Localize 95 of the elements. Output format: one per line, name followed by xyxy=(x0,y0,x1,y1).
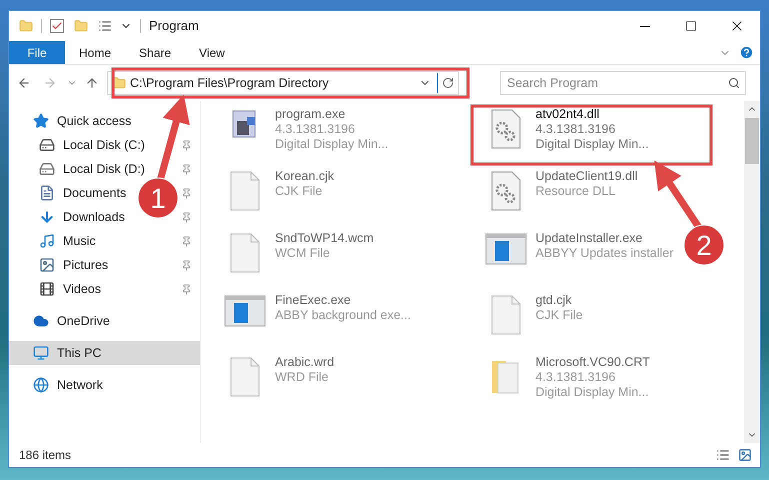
file-tile[interactable]: program.exe 4.3.1381.3196 Digital Display Min... xyxy=(223,107,388,165)
nav-item[interactable]: Local Disk (C:) xyxy=(39,136,145,154)
scrollbar[interactable] xyxy=(744,101,760,443)
window-app-icon xyxy=(224,295,266,327)
pin-icon[interactable] xyxy=(181,236,192,246)
window-app-icon xyxy=(484,233,526,265)
ribbon-tab[interactable]: Home xyxy=(65,41,126,64)
gear-file-icon xyxy=(490,109,522,149)
file-detail: ABBY background exe... xyxy=(275,308,411,323)
file-tile[interactable]: UpdateInstaller.exe ABBYY Updates installer xyxy=(484,231,674,289)
scrollbar-thumb[interactable] xyxy=(745,118,759,164)
pin-icon[interactable] xyxy=(181,164,192,174)
file-name: Korean.cjk xyxy=(275,169,334,184)
checklist-icon[interactable] xyxy=(50,19,64,33)
search-field[interactable]: Search Program xyxy=(500,71,746,95)
item-count: 186 items xyxy=(19,447,72,464)
details-view-icon[interactable] xyxy=(716,448,730,462)
document-icon xyxy=(39,185,55,201)
blank-file-icon xyxy=(229,171,261,211)
ribbon-tab[interactable]: View xyxy=(185,41,239,64)
file-detail: Digital Display Min... xyxy=(275,137,388,152)
file-name: UpdateClient19.dll xyxy=(536,169,638,184)
file-name: FineExec.exe xyxy=(275,293,352,308)
file-name: Arabic.wrd xyxy=(275,355,334,370)
maximize-icon xyxy=(685,20,697,32)
file-detail: 4.3.1381.3196 xyxy=(536,122,616,137)
file-tile[interactable]: UpdateClient19.dll Resource DLL xyxy=(484,169,638,227)
drive-icon xyxy=(39,161,55,177)
pin-icon[interactable] xyxy=(181,188,192,198)
pin-icon[interactable] xyxy=(181,212,192,222)
star-icon xyxy=(33,113,49,129)
film-icon xyxy=(39,281,55,297)
file-detail: 4.3.1381.3196 xyxy=(275,122,356,137)
file-detail: Digital Display Min... xyxy=(536,137,649,152)
file-detail: CJK File xyxy=(275,184,324,199)
pin-icon[interactable] xyxy=(181,284,192,294)
nav-item[interactable]: Quick access xyxy=(33,112,132,130)
gear-file-icon xyxy=(490,171,522,211)
drive-icon xyxy=(39,137,55,153)
cloud-icon xyxy=(33,313,49,329)
music-note-icon xyxy=(39,233,55,249)
nav-item[interactable]: Network xyxy=(33,376,103,394)
step-badge xyxy=(684,224,724,266)
pin-icon[interactable] xyxy=(181,140,192,150)
picture-icon xyxy=(39,257,55,273)
file-tile[interactable]: Korean.cjk CJK File xyxy=(223,169,334,227)
file-name: atv02nt4.dll xyxy=(536,107,600,122)
file-detail: WRD File xyxy=(275,370,330,385)
new-folder-icon[interactable] xyxy=(74,19,88,33)
file-tile[interactable]: Microsoft.VC90.CRT 4.3.1381.3196 Digital Display Min... xyxy=(484,355,650,413)
nav-item[interactable]: Videos xyxy=(39,280,101,298)
file-tile[interactable]: FineExec.exe ABBY background exe... xyxy=(223,293,411,351)
file-detail: Resource DLL xyxy=(536,184,616,199)
properties-icon[interactable] xyxy=(98,19,112,33)
file-detail: CJK File xyxy=(536,308,583,323)
nav-item[interactable]: Pictures xyxy=(39,256,108,274)
file-detail: 4.3.1381.3196 xyxy=(536,370,616,385)
file-name: Microsoft.VC90.CRT xyxy=(536,355,650,370)
file-name: program.exe xyxy=(275,107,346,122)
step-number: 1 xyxy=(150,183,166,214)
file-name: UpdateInstaller.exe xyxy=(536,231,644,246)
file-name: SndToWP14.wcm xyxy=(275,231,374,246)
blank-file-icon xyxy=(229,233,261,273)
window-title: Program xyxy=(149,17,199,36)
nav-item[interactable]: Music xyxy=(39,232,96,250)
large-icons-view-icon[interactable] xyxy=(738,448,752,462)
forward-arrow-icon[interactable] xyxy=(43,76,57,90)
address-field[interactable]: C:\Program Files\Program Directory xyxy=(107,71,459,95)
file-detail: ABBYY Updates installer xyxy=(536,246,674,261)
ribbon-tab[interactable]: File xyxy=(9,41,65,64)
step-number: 2 xyxy=(696,230,712,261)
ribbon-tab[interactable]: Share xyxy=(125,41,186,64)
blank-file-icon xyxy=(229,357,261,397)
address-path: C:\Program Files\Program Directory xyxy=(130,74,330,92)
file-tile[interactable]: gtd.cjk CJK File xyxy=(484,293,583,351)
file-tile[interactable]: atv02nt4.dll 4.3.1381.3196 Digital Display Min... xyxy=(484,107,649,165)
nav-item[interactable]: Local Disk (D:) xyxy=(39,160,145,178)
file-detail: WCM File xyxy=(275,246,331,261)
file-tile[interactable]: SndToWP14.wcm WCM File xyxy=(223,231,374,289)
pin-icon[interactable] xyxy=(181,260,192,270)
nav-item[interactable]: Downloads xyxy=(39,208,125,226)
search-icon xyxy=(728,77,740,89)
file-detail: Digital Display Min... xyxy=(536,385,650,400)
step-badge xyxy=(138,178,178,218)
back-arrow-icon[interactable] xyxy=(17,76,31,90)
folder-icon xyxy=(19,19,33,33)
blank-file-icon xyxy=(490,295,522,335)
help-icon[interactable] xyxy=(739,45,754,60)
globe-icon xyxy=(33,377,49,393)
nav-item[interactable]: Documents xyxy=(39,184,126,202)
monitor-icon xyxy=(33,345,49,361)
file-tile[interactable]: Arabic.wrd WRD File xyxy=(223,355,334,413)
nav-item[interactable]: OneDrive xyxy=(33,312,110,330)
file-name: gtd.cjk xyxy=(536,293,573,308)
refresh-icon[interactable] xyxy=(442,77,454,89)
